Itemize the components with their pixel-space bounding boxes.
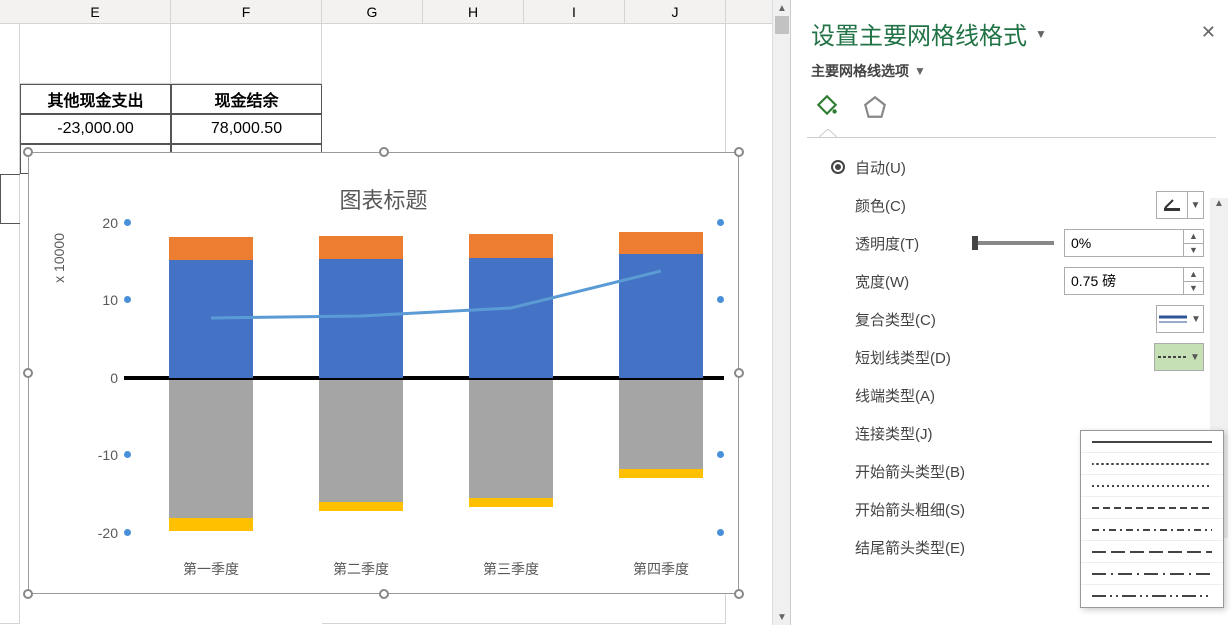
resize-handle[interactable] (23, 368, 33, 378)
chevron-down-icon[interactable]: ▼ (1035, 27, 1047, 41)
bar-series-yellow[interactable] (169, 518, 253, 531)
col-header-J[interactable]: J (625, 0, 726, 24)
dash-option-long-dash-dot-dot[interactable] (1081, 585, 1223, 607)
x-tick: 第一季度 (161, 559, 261, 579)
resize-handle[interactable] (734, 368, 744, 378)
spin-up-icon[interactable]: ▲ (1184, 230, 1203, 244)
scroll-up-icon[interactable]: ▲ (1210, 198, 1228, 209)
dash-option-square-dot[interactable] (1081, 475, 1223, 497)
bar-series-blue[interactable] (469, 258, 553, 378)
dash-option-dash[interactable] (1081, 497, 1223, 519)
width-input[interactable]: 0.75 磅 ▲▼ (1064, 267, 1204, 295)
col-header-E[interactable]: E (20, 0, 171, 24)
close-icon[interactable]: ✕ (1201, 22, 1216, 43)
radio-selected-icon[interactable] (831, 160, 845, 174)
table-header-cell[interactable]: 现金结余 (171, 84, 322, 114)
plot-area[interactable]: 20 10 0 -10 -20 (124, 223, 724, 533)
bar-series-orange[interactable] (469, 234, 553, 258)
transparency-input[interactable]: 0% ▲▼ (1064, 229, 1204, 257)
bar-series-gray[interactable] (619, 380, 703, 469)
y-axis-title[interactable]: x 10000 (51, 233, 67, 283)
width-label: 宽度(W) (831, 271, 1064, 292)
compound-type-label: 复合类型(C) (831, 309, 1156, 330)
y-tick: 0 (58, 370, 118, 386)
scroll-up-icon[interactable]: ▲ (773, 0, 791, 16)
transparency-label: 透明度(T) (831, 233, 974, 254)
dash-option-solid[interactable] (1081, 431, 1223, 453)
resize-handle[interactable] (734, 589, 744, 599)
bar-series-gray[interactable] (169, 380, 253, 518)
bar-series-blue[interactable] (319, 259, 403, 378)
color-label: 颜色(C) (831, 195, 1156, 216)
col-header-G[interactable]: G (322, 0, 423, 24)
table-cell[interactable]: -23,000.00 (20, 114, 171, 144)
chart-object[interactable]: 图表标题 x 10000 20 10 0 -10 -20 (28, 152, 739, 594)
y-tick: -20 (58, 525, 118, 541)
format-panel: 设置主要网格线格式▼ ✕ 主要网格线选项▼ 自动(U) 颜色(C) (790, 0, 1232, 625)
dash-option-round-dot[interactable] (1081, 453, 1223, 475)
table-header-cell[interactable]: 其他现金支出 (20, 84, 171, 114)
spreadsheet-area: E F G H I J 其他现金支出 现金结余 -23,000.00 78,00… (0, 0, 790, 625)
col-header-H[interactable]: H (423, 0, 524, 24)
bar-series-orange[interactable] (319, 236, 403, 259)
fill-line-icon[interactable] (811, 91, 843, 123)
panel-title: 设置主要网格线格式▼ (791, 0, 1232, 57)
column-headers: E F G H I J (0, 0, 772, 24)
vertical-scrollbar[interactable]: ▲ ▼ (772, 0, 790, 625)
bar-series-yellow[interactable] (319, 502, 403, 511)
chevron-down-icon[interactable]: ▼ (914, 64, 926, 78)
y-tick: -10 (58, 447, 118, 463)
spin-down-icon[interactable]: ▼ (1184, 244, 1203, 257)
dash-type-label: 短划线类型(D) (831, 347, 1154, 368)
resize-handle[interactable] (379, 147, 389, 157)
dash-option-dash-dot[interactable] (1081, 519, 1223, 541)
effects-icon[interactable] (859, 91, 891, 123)
x-tick: 第二季度 (311, 559, 411, 579)
col-header-F[interactable]: F (171, 0, 322, 24)
resize-handle[interactable] (734, 147, 744, 157)
x-tick: 第四季度 (611, 559, 711, 579)
scroll-down-icon[interactable]: ▼ (773, 609, 791, 625)
bar-series-yellow[interactable] (619, 469, 703, 478)
compound-type-picker[interactable]: ▼ (1156, 305, 1204, 333)
y-tick: 10 (58, 292, 118, 308)
bar-series-orange[interactable] (169, 237, 253, 260)
dash-style-dropdown[interactable] (1080, 430, 1224, 608)
auto-radio-row[interactable]: 自动(U) (831, 148, 1232, 186)
dash-option-long-dash-dot[interactable] (1081, 563, 1223, 585)
x-tick: 第三季度 (461, 559, 561, 579)
table-cell[interactable]: 78,000.50 (171, 114, 322, 144)
chart-title[interactable]: 图表标题 (29, 183, 738, 215)
spin-down-icon[interactable]: ▼ (1184, 282, 1203, 295)
resize-handle[interactable] (23, 147, 33, 157)
cap-type-label: 线端类型(A) (831, 385, 1204, 406)
chevron-down-icon[interactable]: ▼ (1187, 192, 1203, 218)
spin-up-icon[interactable]: ▲ (1184, 268, 1203, 282)
bar-series-orange[interactable] (619, 232, 703, 254)
bar-series-blue[interactable] (619, 254, 703, 378)
y-tick: 20 (58, 215, 118, 231)
dash-type-picker[interactable]: ▼ (1154, 343, 1204, 371)
color-picker[interactable]: ▼ (1156, 191, 1204, 219)
scroll-thumb[interactable] (775, 16, 789, 34)
bar-series-gray[interactable] (319, 380, 403, 502)
transparency-slider[interactable] (974, 241, 1054, 245)
col-header-I[interactable]: I (524, 0, 625, 24)
resize-handle[interactable] (379, 589, 389, 599)
dash-option-long-dash[interactable] (1081, 541, 1223, 563)
bar-series-blue[interactable] (169, 260, 253, 378)
bar-series-yellow[interactable] (469, 498, 553, 507)
resize-handle[interactable] (23, 589, 33, 599)
bar-series-gray[interactable] (469, 380, 553, 498)
panel-subtitle[interactable]: 主要网格线选项▼ (791, 57, 1232, 85)
